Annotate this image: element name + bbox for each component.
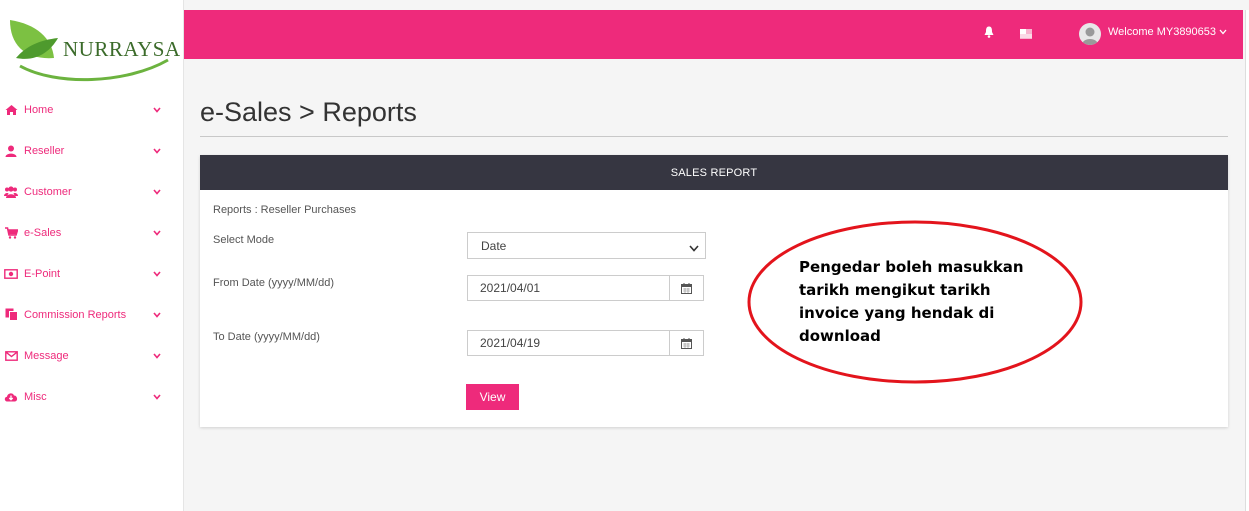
sidebar-menu: Home Reseller Customer e-Sales E-Point C… [0,89,184,417]
annotation-line: download [799,327,881,345]
sidebar-item-misc[interactable]: Misc [0,376,184,417]
to-date-field [467,330,704,356]
sidebar-item-label: Misc [24,390,47,403]
home-icon [4,103,18,117]
sidebar-item-label: Message [24,349,69,362]
chevron-down-icon [152,147,162,154]
money-icon [4,267,18,281]
sidebar-item-label: Customer [24,185,72,198]
chevron-down-icon [152,106,162,113]
language-flag-icon[interactable] [1020,26,1032,44]
title-divider [200,136,1228,137]
sidebar-item-home[interactable]: Home [0,89,184,130]
sidebar-item-label: Reseller [24,144,65,157]
user-avatar[interactable] [1079,23,1101,45]
brand-logo[interactable]: NURRAYSA [6,16,180,84]
user-menu-toggle[interactable]: Welcome MY3890653 [1108,26,1227,38]
chevron-down-icon [152,188,162,195]
card-header: SALES REPORT [200,155,1228,190]
view-button[interactable]: View [466,384,519,410]
sidebar: NURRAYSA Home Reseller Customer e-Sales … [0,0,184,511]
select-mode-value: Date [481,238,507,253]
select-mode-dropdown[interactable]: Date [467,232,706,259]
bell-icon[interactable] [984,25,994,43]
chevron-down-icon [1219,26,1227,38]
from-date-field [467,275,704,301]
envelope-icon [4,349,18,363]
annotation-line: invoice yang hendak di [799,304,995,322]
sidebar-item-customer[interactable]: Customer [0,171,184,212]
cart-icon [4,226,18,240]
copy-icon [4,308,18,322]
page-title: e-Sales > Reports [200,97,417,127]
sidebar-item-e-sales[interactable]: e-Sales [0,212,184,253]
to-date-input[interactable] [468,331,669,355]
chevron-down-icon [152,352,162,359]
brand-name: NURRAYSA [63,37,181,61]
cloud-download-icon [4,390,18,404]
app-root: NURRAYSA Home Reseller Customer e-Sales … [0,0,1249,511]
to-date-label: To Date (yyyy/MM/dd) [213,331,320,343]
sidebar-item-e-point[interactable]: E-Point [0,253,184,294]
sidebar-item-label: Commission Reports [24,308,127,321]
sidebar-item-reseller[interactable]: Reseller [0,130,184,171]
chevron-down-icon [689,241,699,255]
annotation-line: tarikh mengikut tarikh [799,281,991,299]
sidebar-item-commission-reports[interactable]: Commission Reports [0,294,184,335]
sidebar-item-label: E-Point [24,267,61,280]
welcome-text: Welcome MY3890653 [1108,26,1217,38]
right-edge-divider [1245,10,1249,511]
chevron-down-icon [152,229,162,236]
from-date-input[interactable] [468,276,669,300]
top-navbar: Welcome MY3890653 [184,10,1243,59]
sidebar-item-label: e-Sales [24,226,62,239]
select-mode-label: Select Mode [213,234,275,246]
chevron-down-icon [152,311,162,318]
report-breadcrumb: Reports : Reseller Purchases [213,204,357,216]
chevron-down-icon [152,393,162,400]
sidebar-item-message[interactable]: Message [0,335,184,376]
chevron-down-icon [152,270,162,277]
annotation-text: Pengedar boleh masukkan tarikh mengikut … [799,256,1069,348]
calendar-icon[interactable] [669,276,703,300]
users-icon [4,185,18,199]
annotation-line: Pengedar boleh masukkan [799,258,1024,276]
sidebar-item-label: Home [24,103,54,116]
calendar-icon[interactable] [669,331,703,355]
user-icon [4,144,18,158]
from-date-label: From Date (yyyy/MM/dd) [213,277,335,289]
